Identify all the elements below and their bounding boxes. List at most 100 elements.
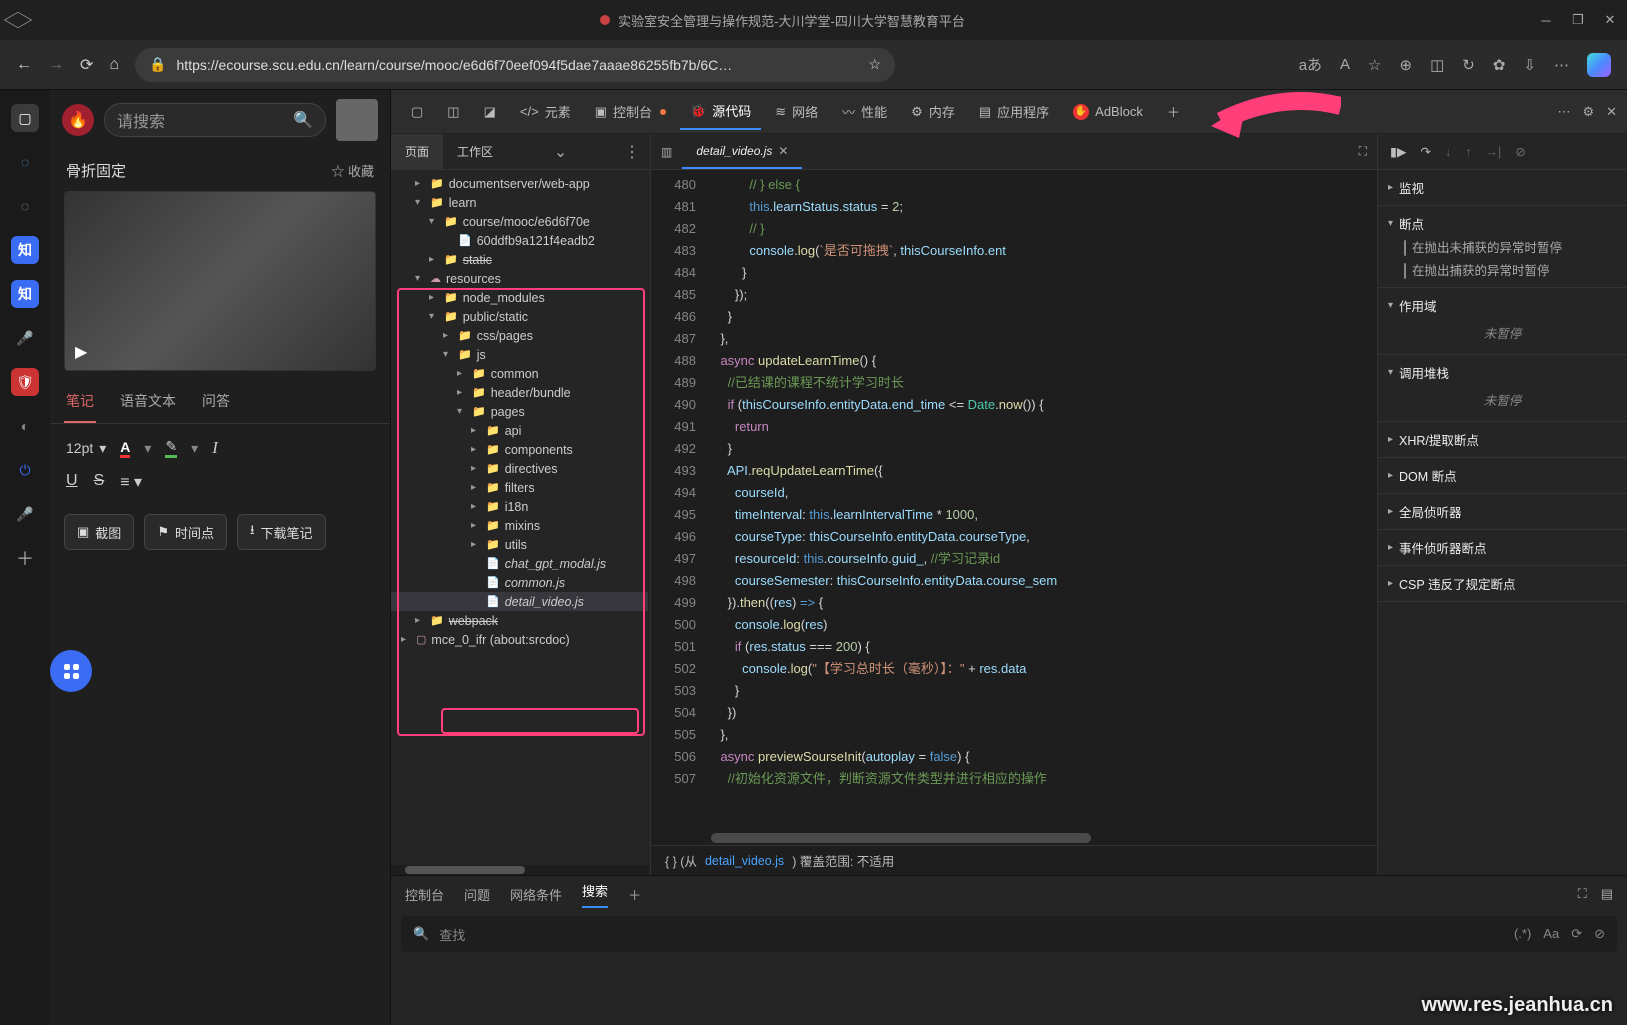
dom-bp-section[interactable]: ▸DOM 断点	[1388, 464, 1617, 487]
back-button[interactable]: ←	[16, 56, 32, 74]
tree-item[interactable]: ▾☁resources	[391, 269, 648, 288]
devtools-close-icon[interactable]: ✕	[1606, 104, 1617, 120]
xhr-bp-section[interactable]: ▸XHR/提取断点	[1388, 428, 1617, 451]
drawer-network-tab[interactable]: 网络条件	[510, 885, 562, 904]
pause-button[interactable]: ▮▶	[1390, 144, 1407, 159]
drawer-search-tab[interactable]: 搜索	[582, 881, 608, 908]
scope-section[interactable]: ▾作用域	[1388, 294, 1617, 317]
dock-side-icon[interactable]: ◫	[437, 96, 469, 128]
split-screen-button[interactable]: ◫	[1430, 56, 1444, 74]
drawer-issues-tab[interactable]: 问题	[464, 885, 490, 904]
global-search-input[interactable]: 🔍 查找 (.*) Aa ⟳ ⊘	[401, 916, 1617, 952]
font-size-select[interactable]: 12pt ▾	[66, 440, 106, 457]
sidebar-more-icon[interactable]: ⋮	[614, 142, 650, 162]
regex-toggle[interactable]: (.*)	[1514, 926, 1531, 942]
tree-item[interactable]: ▸📁static	[391, 250, 648, 269]
video-player[interactable]: ▶	[64, 191, 376, 371]
window-maximize-button[interactable]: ❐	[1571, 13, 1585, 27]
callstack-section[interactable]: ▾调用堆栈	[1388, 361, 1617, 384]
device-toolbar-icon[interactable]: ▢	[401, 96, 433, 128]
align-icon[interactable]: ≡ ▾	[120, 472, 142, 492]
step-into-button[interactable]: ↓	[1445, 145, 1451, 159]
rail-item-1[interactable]: ◌	[11, 148, 39, 176]
rail-item-power[interactable]: ⏻	[11, 456, 39, 484]
window-minimize-button[interactable]: ─	[1539, 13, 1553, 27]
tree-item[interactable]: 📄60ddfb9a121f4eadb2	[391, 231, 648, 250]
tree-item[interactable]: ▸📁documentserver/web-app	[391, 174, 648, 193]
font-color-icon[interactable]: A	[120, 439, 130, 458]
favorites-button[interactable]: ☆	[1368, 56, 1381, 74]
tree-item[interactable]: ▾📁learn	[391, 193, 648, 212]
rail-item-mic[interactable]: 🎤	[11, 324, 39, 352]
collections-button[interactable]: ⊕	[1400, 56, 1413, 74]
network-tab[interactable]: ≋网络	[765, 94, 828, 129]
drawer-expand-icon[interactable]: ⛶	[1578, 886, 1587, 902]
tree-item[interactable]: ▾📁course/mooc/e6d6f70e	[391, 212, 648, 231]
performance-tab[interactable]: 〰性能	[832, 94, 897, 129]
inspect-icon[interactable]: ◪	[474, 96, 506, 128]
notes-tab[interactable]: 笔记	[64, 381, 96, 423]
play-icon[interactable]: ▶	[75, 342, 87, 362]
global-listeners-section[interactable]: ▸全局侦听器	[1388, 500, 1617, 523]
favorite-button[interactable]: ☆ 收藏	[331, 161, 374, 180]
csp-bp-section[interactable]: ▸CSP 违反了规定断点	[1388, 572, 1617, 595]
window-close-button[interactable]: ✕	[1603, 13, 1617, 27]
drawer-panel-icon[interactable]: ▤	[1601, 886, 1613, 902]
editor-nav-icon[interactable]: ▥	[651, 145, 682, 159]
devtools-gear-icon[interactable]: ⚙	[1582, 104, 1594, 120]
drawer-console-tab[interactable]: 控制台	[405, 885, 444, 904]
download-notes-button[interactable]: ⭳下载笔记	[237, 514, 326, 550]
step-over-button[interactable]: ↷	[1421, 144, 1431, 159]
rail-item-shield[interactable]: 🛡	[11, 368, 39, 396]
step-out-button[interactable]: ↑	[1465, 145, 1471, 159]
step-button[interactable]: →|	[1485, 145, 1501, 159]
voice-text-tab[interactable]: 语音文本	[118, 381, 178, 423]
elements-tab[interactable]: </>元素	[510, 94, 581, 129]
file-tree[interactable]: ▸📁documentserver/web-app▾📁learn▾📁course/…	[391, 170, 650, 865]
rail-item-zhi2[interactable]: 知	[11, 280, 39, 308]
drawer-add-tab[interactable]: ＋	[628, 885, 641, 904]
chevron-down-icon[interactable]: ⌄	[544, 142, 577, 162]
read-aloud-button[interactable]: A	[1340, 56, 1350, 73]
page-sidebar-tab[interactable]: 页面	[391, 134, 443, 169]
workspace-sidebar-tab[interactable]: 工作区	[443, 134, 507, 169]
more-tabs-button[interactable]: ＋	[1157, 94, 1190, 129]
devtools-settings-icon[interactable]: ⋯	[1557, 104, 1570, 120]
watch-section[interactable]: ▸监视	[1388, 176, 1617, 199]
rail-item-mic2[interactable]: 🎤	[11, 500, 39, 528]
underline-icon[interactable]: U	[66, 472, 78, 492]
editor-file-tab[interactable]: detail_video.js ✕	[682, 134, 802, 169]
refresh-search-icon[interactable]: ⟳	[1571, 926, 1582, 942]
strikethrough-icon[interactable]: S	[94, 472, 105, 492]
downloads-button[interactable]: ⇩	[1523, 56, 1536, 74]
pause-uncaught-checkbox[interactable]: 在抛出未捕获的异常时暂停	[1388, 235, 1617, 258]
highlight-icon[interactable]: ✎	[165, 438, 177, 458]
deactivate-bp-button[interactable]: ⊘	[1515, 144, 1525, 159]
event-listener-bp-section[interactable]: ▸事件侦听器断点	[1388, 536, 1617, 559]
match-case-toggle[interactable]: Aa	[1543, 926, 1559, 942]
breakpoints-section[interactable]: ▾断点	[1388, 212, 1617, 235]
more-menu-button[interactable]: ⋯	[1554, 56, 1569, 74]
forward-button[interactable]: →	[48, 56, 64, 74]
rail-item-zhi[interactable]: 知	[11, 236, 39, 264]
apps-fab-button[interactable]	[50, 650, 92, 692]
editor-h-scrollbar[interactable]	[651, 831, 1377, 845]
copilot-icon[interactable]	[1587, 53, 1611, 77]
code-content[interactable]: // } else { this.learnStatus.status = 2;…	[706, 170, 1377, 831]
pause-caught-checkbox[interactable]: 在抛出捕获的异常时暂停	[1388, 258, 1617, 281]
home-button[interactable]: ⌂	[109, 56, 119, 74]
sidebar-h-scrollbar[interactable]	[391, 865, 650, 875]
status-file-link[interactable]: detail_video.js	[705, 854, 784, 868]
address-bar[interactable]: 🔒 https://ecourse.scu.edu.cn/learn/cours…	[135, 48, 895, 82]
application-tab[interactable]: ▤应用程序	[969, 94, 1059, 129]
translate-button[interactable]: aあ	[1299, 54, 1322, 75]
close-tab-icon[interactable]: ✕	[778, 144, 788, 158]
sources-tab[interactable]: 🐞源代码	[680, 93, 761, 130]
rail-tab-active[interactable]: ▢	[11, 104, 39, 132]
course-search-input[interactable]: 请搜索 🔍	[104, 103, 326, 137]
clear-search-icon[interactable]: ⊘	[1594, 926, 1605, 942]
rail-item-tencent[interactable]: ◐	[11, 412, 39, 440]
editor-fullscreen-icon[interactable]: ⛶	[1349, 144, 1377, 159]
memory-tab[interactable]: ⚙内存	[901, 94, 965, 129]
qa-tab[interactable]: 问答	[200, 381, 232, 423]
